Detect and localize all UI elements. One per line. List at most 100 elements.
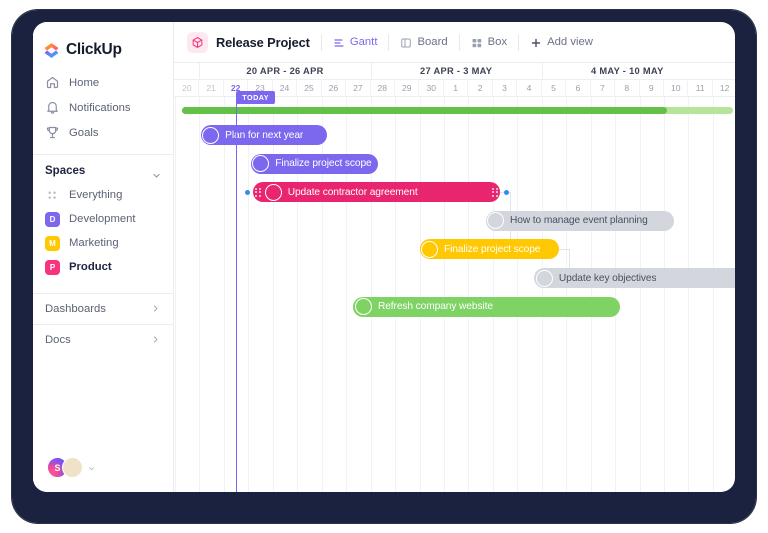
sidebar-item-label: Notifications: [69, 101, 131, 114]
day-cell: 3: [493, 80, 518, 97]
day-cell: 10: [664, 80, 689, 97]
assignee-avatar[interactable]: [535, 269, 553, 287]
tab-label: Gantt: [349, 36, 378, 48]
app-window: ClickUp Home Notifications Goals Spaces …: [33, 22, 735, 492]
day-cell: 11: [688, 80, 713, 97]
assignee-avatar[interactable]: [264, 183, 282, 201]
avatar[interactable]: [62, 457, 83, 478]
sidebar-item-label: Everything: [69, 189, 123, 201]
gantt-icon: [333, 36, 345, 48]
chevron-down-icon[interactable]: [152, 167, 161, 177]
dependency-dot-right[interactable]: [504, 189, 510, 195]
week-row: 20 APR - 26 APR 27 APR - 3 MAY 4 MAY - 10 …: [174, 63, 735, 80]
primary-nav: Home Notifications Goals: [33, 64, 173, 145]
day-cell: 27: [346, 80, 371, 97]
gantt-task-bar[interactable]: Refresh company website: [353, 296, 620, 317]
sidebar-item-label: Dashboards: [45, 303, 106, 315]
day-cell: 4: [517, 80, 542, 97]
tab-box[interactable]: Box: [471, 36, 507, 48]
space-badge-marketing: M: [45, 235, 60, 251]
clickup-logo-icon: [43, 42, 60, 59]
top-toolbar: Release Project Gantt Board Box Add view: [174, 22, 735, 63]
sidebar-item-marketing[interactable]: M Marketing: [33, 231, 173, 255]
sidebar-item-product[interactable]: P Product: [33, 255, 173, 279]
day-cell: 28: [371, 80, 396, 97]
grid-column-line: [199, 97, 201, 492]
assignee-avatar[interactable]: [487, 212, 504, 230]
task-label: Finalize project scope: [275, 158, 372, 170]
week-label: 20 APR - 26 APR: [246, 66, 324, 76]
sidebar-item-docs[interactable]: Docs: [33, 324, 173, 355]
week-separator: [370, 63, 372, 80]
sidebar-item-notifications[interactable]: Notifications: [33, 95, 173, 120]
gantt-task-bar[interactable]: Finalize project scope: [250, 153, 378, 174]
week-label: 4 MAY - 10 MAY: [591, 66, 664, 76]
board-icon: [400, 36, 412, 48]
screenshot-stage: ClickUp Home Notifications Goals Spaces …: [0, 0, 768, 533]
sidebar-item-label: Goals: [69, 126, 99, 139]
gantt-task-bar[interactable]: Plan for next year: [200, 125, 327, 145]
dependency-dot-left[interactable]: [245, 189, 251, 195]
grid-column-line: [395, 97, 397, 492]
divider: [458, 33, 460, 51]
tab-gantt[interactable]: Gantt: [333, 36, 378, 48]
tab-label: Board: [417, 36, 448, 48]
sidebar-item-label: Home: [69, 76, 100, 89]
grid-column-line: [419, 97, 421, 492]
sidebar-item-dashboards[interactable]: Dashboards: [33, 293, 173, 324]
week-separator: [541, 63, 543, 80]
assignee-avatar[interactable]: [354, 298, 372, 316]
chevron-right-icon: [151, 300, 160, 318]
resize-handle-left[interactable]: [254, 186, 262, 199]
tab-board[interactable]: Board: [400, 36, 448, 48]
bell-icon: [45, 100, 60, 115]
trophy-icon: [45, 125, 60, 140]
sidebar-item-everything[interactable]: Everything: [33, 183, 173, 207]
day-cell: 7: [591, 80, 616, 97]
sidebar-item-label: Development: [69, 213, 136, 225]
divider: [388, 33, 390, 51]
assignee-avatar[interactable]: [202, 126, 220, 144]
grid-column-line: [443, 97, 445, 492]
day-cell: 2: [468, 80, 493, 97]
gantt-task-bar[interactable]: Finalize project scope: [419, 239, 559, 260]
sidebar-item-label: Product: [69, 261, 112, 273]
assignee-avatar[interactable]: [421, 240, 438, 258]
plus-icon: [530, 36, 542, 48]
gantt-task-bar[interactable]: How to manage event planning: [485, 210, 674, 231]
add-view-label: Add view: [547, 36, 593, 48]
grid-dots-icon: [45, 188, 60, 203]
sidebar-item-home[interactable]: Home: [33, 70, 173, 95]
main-panel: Release Project Gantt Board Box Add view…: [174, 22, 735, 492]
gantt-task-bar[interactable]: Update key objectives: [534, 268, 735, 288]
day-cell: 8: [615, 80, 640, 97]
timeline-progress-track: [181, 107, 734, 114]
gantt-task-bar[interactable]: Update contractor agreement: [253, 182, 501, 203]
sidebar-item-label: Marketing: [69, 237, 119, 249]
avatar-chevron-down-icon[interactable]: [88, 459, 95, 477]
user-avatars[interactable]: S: [47, 457, 95, 478]
add-view-button[interactable]: Add view: [530, 36, 593, 48]
spaces-section-header[interactable]: Spaces: [33, 155, 173, 183]
day-cell: 6: [566, 80, 591, 97]
assignee-avatar[interactable]: [252, 155, 270, 173]
task-label: Update contractor agreement: [287, 186, 418, 198]
sidebar-item-goals[interactable]: Goals: [33, 120, 173, 145]
task-label: How to manage event planning: [510, 215, 648, 227]
divider: [518, 33, 520, 51]
sidebar-item-development[interactable]: D Development: [33, 207, 173, 231]
day-cell: 9: [640, 80, 664, 97]
day-cell: 26: [322, 80, 347, 97]
day-cell: 1: [444, 80, 469, 97]
day-cell: 24: [273, 80, 298, 97]
sidebar-item-label: Docs: [45, 334, 71, 346]
task-label: Finalize project scope: [444, 243, 541, 255]
grid-column-line: [248, 97, 250, 492]
app-logo[interactable]: ClickUp: [33, 22, 173, 64]
task-label: Refresh company website: [377, 301, 493, 313]
resize-handle-right[interactable]: [491, 186, 499, 199]
day-cell: 20: [175, 80, 200, 97]
grid-column-line: [468, 97, 470, 492]
gantt-grid[interactable]: TODAY Plan for next year Finalize project …: [174, 91, 735, 492]
